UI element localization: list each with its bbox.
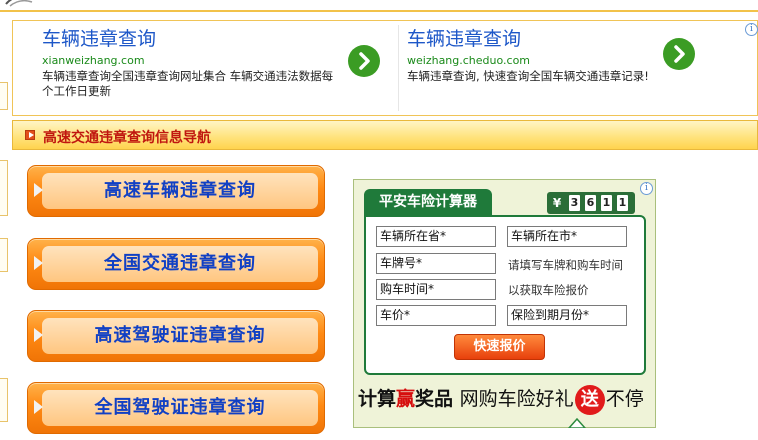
left-panel-edge: [0, 82, 8, 110]
arrow-bullet-icon: [25, 130, 35, 140]
purchase-date-input[interactable]: 购车时间*: [376, 279, 496, 300]
ad-url: weizhang.cheduo.com: [407, 54, 531, 67]
counter-digit: 3: [569, 195, 580, 211]
counter-digit: 1: [601, 195, 612, 211]
counter-digit: 6: [585, 195, 596, 211]
ad-info-icon[interactable]: i: [745, 23, 758, 36]
send-badge-icon: 送: [574, 384, 605, 415]
top-divider: [0, 10, 758, 12]
car-price-input[interactable]: 车价*: [376, 305, 496, 326]
ad-item[interactable]: 车辆违章查询 xianweizhang.com 车辆违章查询全国违章查询网址集合…: [42, 21, 382, 115]
left-panel-edge: [0, 160, 8, 216]
nav-button-label: 高速驾驶证违章查询: [94, 325, 266, 346]
price-counter: ¥ 3 6 1 1: [547, 192, 635, 214]
section-title: 高速交通违章查询信息导航: [43, 130, 211, 146]
promo-text: 不停: [605, 388, 644, 410]
ad-description: 车辆违章查询, 快速查询全国车辆交通违章记录!: [407, 69, 649, 83]
quick-quote-button[interactable]: 快速报价: [454, 334, 545, 360]
ad-url: xianweizhang.com: [42, 54, 145, 67]
currency-symbol: ¥: [552, 196, 562, 210]
nav-button-highway-vehicle[interactable]: 高速车辆违章查询: [27, 165, 325, 217]
nav-button-label: 全国驾驶证违章查询: [94, 397, 266, 418]
nav-button-highway-license[interactable]: 高速驾驶证违章查询: [27, 310, 325, 362]
ad-item[interactable]: 车辆违章查询 weizhang.cheduo.com 车辆违章查询, 快速查询全…: [407, 21, 707, 115]
section-header: 高速交通违章查询信息导航: [12, 120, 758, 150]
top-strip: [0, 0, 758, 12]
badge-triangle-icon: [567, 418, 587, 428]
form-hint: 以获取车险报价: [508, 283, 589, 297]
left-panel-edge: [0, 238, 8, 272]
ad-title-link[interactable]: 车辆违章查询: [407, 24, 521, 51]
ad-bar: 车辆违章查询 xianweizhang.com 车辆违章查询全国违章查询网址集合…: [12, 20, 758, 116]
chevron-right-icon: [674, 45, 685, 63]
car-logo-icon: [5, 0, 33, 7]
city-select[interactable]: 车辆所在市*: [507, 226, 627, 247]
ad-go-button[interactable]: [348, 45, 380, 77]
calculator-title: 平安车险计算器: [379, 194, 477, 210]
ad-title-link[interactable]: 车辆违章查询: [42, 24, 156, 51]
counter-digit: 1: [617, 195, 628, 211]
province-select[interactable]: 车辆所在省*: [376, 226, 496, 247]
promo-text: 奖品: [415, 388, 454, 410]
promo-banner[interactable]: 计算赢奖品 网购车险好礼送不停: [358, 384, 644, 416]
form-hint: 请填写车牌和购车时间: [508, 258, 623, 272]
expiry-month-select[interactable]: 保险到期月份*: [507, 305, 627, 326]
ad-info-icon[interactable]: i: [640, 182, 653, 195]
nav-button-label: 全国交通违章查询: [104, 253, 256, 274]
ad-divider: [398, 25, 399, 111]
promo-text-highlight: 赢: [396, 388, 416, 410]
promo-text: 计算: [358, 388, 397, 410]
promo-text: 网购车险好礼: [459, 388, 574, 410]
nav-button-national-license[interactable]: 全国驾驶证违章查询: [27, 382, 325, 434]
chevron-right-icon: [359, 52, 370, 70]
ad-description: 车辆违章查询全国违章查询网址集合 车辆交通违法数据每个工作日更新: [42, 69, 334, 98]
nav-button-label: 高速车辆违章查询: [104, 180, 256, 201]
plate-number-input[interactable]: 车牌号*: [376, 253, 496, 274]
ad-go-button[interactable]: [663, 38, 695, 70]
insurance-calculator-ad: i 平安车险计算器 ¥ 3 6 1 1 车辆所在省* 车辆所在市* 车牌号* 请…: [353, 179, 656, 428]
left-panel-edge: [0, 378, 8, 422]
nav-button-national-traffic[interactable]: 全国交通违章查询: [27, 238, 325, 290]
